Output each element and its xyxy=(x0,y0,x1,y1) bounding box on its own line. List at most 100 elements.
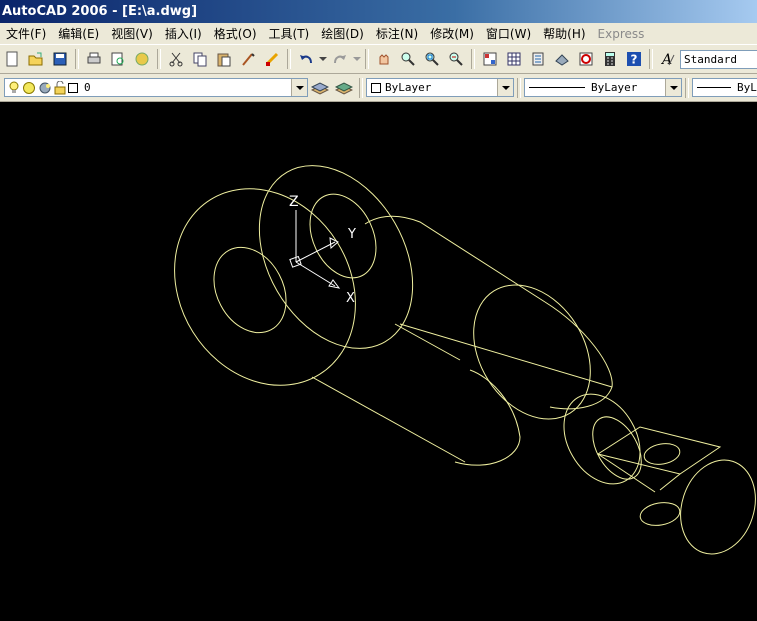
toolbar-separator xyxy=(359,77,363,98)
ucs-z-label: Z xyxy=(289,194,299,210)
color-swatch xyxy=(371,82,381,93)
ucs-x-axis xyxy=(295,261,336,287)
match-properties-icon[interactable] xyxy=(237,48,259,70)
pan-realtime-icon[interactable] xyxy=(373,48,395,70)
text-style-select[interactable]: Standard xyxy=(680,49,757,69)
layer-on-icon[interactable] xyxy=(8,81,20,95)
toolbar-separator xyxy=(157,49,161,69)
chevron-down-icon[interactable] xyxy=(497,79,513,96)
layer-color-swatch xyxy=(68,82,78,93)
shaft-disc-outer xyxy=(563,393,641,485)
properties-icon[interactable] xyxy=(479,48,501,70)
layer-select[interactable]: 0 xyxy=(4,78,308,97)
cylinder-top-edge xyxy=(364,215,546,303)
toolbar-separator xyxy=(75,49,79,69)
menu-express[interactable]: Express xyxy=(592,27,651,41)
linetype-preview xyxy=(529,87,585,88)
cylinder-end-arc xyxy=(454,369,521,466)
title-bar: AutoCAD 2006 - [E:\a.dwg] xyxy=(0,0,757,23)
undo-icon[interactable] xyxy=(295,48,317,70)
open-icon[interactable] xyxy=(25,48,47,70)
shaft-key-edge xyxy=(659,473,681,491)
ucs-icon xyxy=(289,210,341,289)
chevron-down-icon[interactable] xyxy=(291,79,307,96)
layer-unlock-icon[interactable] xyxy=(54,80,66,95)
make-object-layer-current-icon[interactable] xyxy=(309,77,331,99)
layer-name: 0 xyxy=(84,81,91,94)
linetype-value: ByLayer xyxy=(591,81,638,94)
end-slot xyxy=(639,502,681,526)
toolbar-separator xyxy=(471,49,475,69)
calculator-icon[interactable] xyxy=(599,48,621,70)
new-icon[interactable] xyxy=(1,48,23,70)
zoom-realtime-icon[interactable] xyxy=(397,48,419,70)
menu-tools[interactable]: 工具(T) xyxy=(263,25,316,42)
wireframe-part xyxy=(174,165,756,555)
copy-icon[interactable] xyxy=(189,48,211,70)
cylinder-ridge xyxy=(399,323,613,388)
cylinder-mid-section xyxy=(473,284,591,420)
color-control-select[interactable]: ByLayer xyxy=(366,78,514,97)
menu-insert[interactable]: 插入(I) xyxy=(159,25,208,42)
layer-previous-icon[interactable] xyxy=(333,77,355,99)
menu-draw[interactable]: 绘图(D) xyxy=(315,25,370,42)
design-center-icon[interactable] xyxy=(503,48,525,70)
ucs-x-label: X xyxy=(346,291,355,306)
lineweight-control-select[interactable]: ByLa xyxy=(692,78,757,97)
svg-text:?: ? xyxy=(631,53,638,67)
chevron-down-icon[interactable] xyxy=(665,79,681,96)
menu-file[interactable]: 文件(F) xyxy=(0,25,52,42)
back-flange-hole xyxy=(213,246,287,334)
zoom-window-icon[interactable] xyxy=(421,48,443,70)
print-icon[interactable] xyxy=(83,48,105,70)
cylinder-inner-line xyxy=(394,323,461,361)
ucs-origin-box xyxy=(289,255,302,268)
ucs-x-arrow xyxy=(328,279,341,289)
back-flange-outline xyxy=(174,188,356,386)
toolbar-separator xyxy=(287,49,291,69)
model-space-drawing: Z Y X xyxy=(174,165,756,555)
cylinder-end-curve xyxy=(544,301,613,410)
layer-viewport-freeze-icon[interactable] xyxy=(38,81,52,95)
undo-dropdown-icon[interactable] xyxy=(319,48,327,70)
shaft-key-hole xyxy=(643,443,681,465)
toolbar-separator xyxy=(685,77,689,98)
save-icon[interactable] xyxy=(49,48,71,70)
shaft-key-top xyxy=(596,426,722,475)
end-disc xyxy=(680,459,756,555)
menu-dimension[interactable]: 标注(N) xyxy=(370,25,424,42)
cylinder-bottom-edge xyxy=(311,376,466,463)
lineweight-value: ByLa xyxy=(737,81,757,94)
redo-icon[interactable] xyxy=(329,48,351,70)
shaft-key-bottom xyxy=(597,453,656,493)
tool-palettes-icon[interactable] xyxy=(527,48,549,70)
print-preview-icon[interactable] xyxy=(107,48,129,70)
menu-edit[interactable]: 编辑(E) xyxy=(52,25,105,42)
paste-icon[interactable] xyxy=(213,48,235,70)
cut-icon[interactable] xyxy=(165,48,187,70)
menu-format[interactable]: 格式(O) xyxy=(208,25,263,42)
text-style-value: Standard xyxy=(684,52,737,66)
linetype-control-select[interactable]: ByLayer xyxy=(524,78,682,97)
zoom-previous-icon[interactable] xyxy=(445,48,467,70)
menu-help[interactable]: 帮助(H) xyxy=(537,25,591,42)
text-style-icon[interactable]: A xyxy=(657,48,679,70)
drawing-area[interactable]: Z Y X xyxy=(0,102,757,621)
sheet-set-icon[interactable] xyxy=(551,48,573,70)
markup-icon[interactable] xyxy=(575,48,597,70)
svg-text:A: A xyxy=(660,52,672,67)
toolbar-separator xyxy=(365,49,369,69)
shaft-disc-inner xyxy=(592,416,642,480)
redo-dropdown-icon[interactable] xyxy=(353,48,361,70)
ucs-y-axis xyxy=(295,241,336,263)
menu-window[interactable]: 窗口(W) xyxy=(480,25,537,42)
publish-icon[interactable] xyxy=(131,48,153,70)
layer-thaw-icon[interactable] xyxy=(22,81,36,95)
menu-view[interactable]: 视图(V) xyxy=(105,25,159,42)
lineweight-preview xyxy=(697,87,731,88)
block-editor-icon[interactable] xyxy=(261,48,283,70)
menu-modify[interactable]: 修改(M) xyxy=(424,25,480,42)
color-value: ByLayer xyxy=(385,81,432,94)
help-icon[interactable]: ? xyxy=(623,48,645,70)
front-flange-hole xyxy=(309,193,377,279)
